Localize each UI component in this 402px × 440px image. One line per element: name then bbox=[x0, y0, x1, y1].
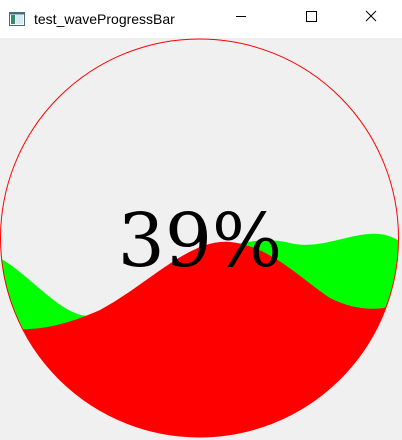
progress-percent-label: 39% bbox=[118, 198, 282, 284]
close-button[interactable] bbox=[348, 0, 394, 36]
maximize-button[interactable] bbox=[288, 0, 334, 36]
close-icon bbox=[365, 9, 377, 27]
wave-progress-canvas: 39% bbox=[0, 38, 402, 440]
app-window: test_waveProgressBar 39% bbox=[0, 0, 402, 440]
minimize-icon bbox=[235, 9, 247, 27]
app-window-icon bbox=[9, 11, 25, 27]
wave-progress-bar: 39% bbox=[0, 38, 399, 438]
window-title: test_waveProgressBar bbox=[34, 11, 175, 27]
maximize-icon bbox=[305, 9, 317, 27]
minimize-button[interactable] bbox=[218, 0, 264, 36]
title-bar[interactable]: test_waveProgressBar bbox=[0, 0, 402, 38]
